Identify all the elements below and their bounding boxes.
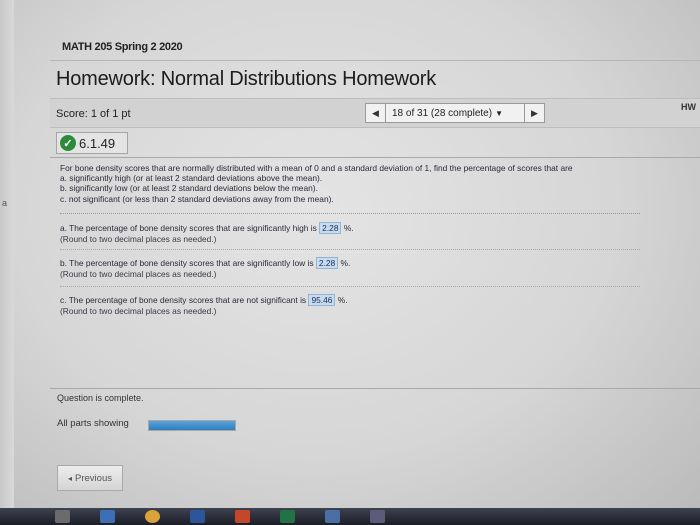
answer-divider — [60, 286, 640, 287]
store-icon[interactable] — [325, 510, 340, 523]
progress-bar-fill — [149, 421, 235, 430]
question-tag: ✓ 6.1.49 — [56, 132, 128, 154]
corner-label[interactable]: HW — [681, 102, 696, 112]
start-icon[interactable] — [55, 510, 70, 523]
answer-prefix: b. The percentage of bone density scores… — [60, 258, 314, 268]
next-question-button[interactable]: ▶ — [524, 104, 544, 122]
previous-label: Previous — [75, 472, 112, 484]
rounding-hint: (Round to two decimal places as needed.) — [60, 234, 217, 244]
header-divider — [50, 60, 700, 61]
parts-showing-label: All parts showing — [57, 418, 129, 429]
question-divider — [50, 157, 700, 158]
powerpoint-icon[interactable] — [235, 510, 250, 523]
question-complete-status: Question is complete. — [57, 393, 144, 403]
right-triangle-icon: ▶ — [531, 107, 538, 118]
answer-part-a: a. The percentage of bone density scores… — [60, 222, 354, 245]
question-number: 6.1.49 — [79, 135, 116, 151]
down-triangle-icon: ▼ — [495, 108, 503, 118]
previous-button[interactable]: ◂ Previous — [57, 465, 123, 491]
problem-intro: For bone density scores that are normall… — [60, 163, 573, 173]
answer-value-box[interactable]: 2.28 — [315, 257, 339, 269]
taskbar — [0, 508, 700, 525]
answer-prefix: c. The percentage of bone density scores… — [60, 295, 307, 305]
answer-suffix: %. — [337, 295, 348, 305]
question-navigator: ◀ 18 of 31 (28 complete) ▼ ▶ — [365, 103, 545, 123]
problem-divider — [60, 213, 640, 214]
answer-suffix: %. — [340, 258, 351, 268]
problem-part-c: c. not significant (or less than 2 stand… — [60, 193, 334, 204]
score-label: Score: 1 of 1 pt — [56, 108, 131, 120]
question-position-dropdown[interactable]: 18 of 31 (28 complete) ▼ — [386, 108, 503, 119]
previous-question-button[interactable]: ◀ — [366, 104, 386, 122]
question-position: 18 of 31 (28 complete) — [392, 107, 493, 119]
problem-part-b: b. significantly low (or at least 2 stan… — [60, 183, 318, 194]
problem-part-a: a. significantly high (or at least 2 sta… — [60, 173, 323, 184]
answer-part-b: b. The percentage of bone density scores… — [60, 257, 350, 280]
left-window-edge: a — [0, 0, 14, 525]
left-triangle-icon: ◀ — [372, 107, 379, 118]
rounding-hint: (Round to two decimal places as needed.) — [60, 306, 217, 316]
progress-bar — [148, 420, 236, 431]
left-edge-mark: a — [2, 198, 8, 208]
word-icon[interactable] — [190, 510, 205, 523]
answer-value-box[interactable]: 2.28 — [319, 222, 342, 234]
excel-icon[interactable] — [280, 510, 295, 523]
browser-icon[interactable] — [100, 510, 115, 523]
problem-statement: For bone density scores that are normall… — [60, 163, 573, 204]
check-circle-icon: ✓ — [60, 135, 76, 151]
page-title: Homework: Normal Distributions Homework — [56, 68, 437, 90]
answer-part-c: c. The percentage of bone density scores… — [60, 294, 348, 317]
left-arrow-icon: ◂ — [68, 473, 73, 483]
app-icon[interactable] — [370, 510, 385, 523]
course-name: MATH 205 Spring 2 2020 — [62, 41, 183, 53]
answer-prefix: a. The percentage of bone density scores… — [60, 223, 317, 233]
rounding-hint: (Round to two decimal places as needed.) — [60, 269, 217, 279]
score-bar: Score: 1 of 1 pt ◀ 18 of 31 (28 complete… — [50, 98, 700, 128]
footer-divider — [50, 388, 700, 389]
answer-value-box[interactable]: 95.46 — [308, 294, 336, 306]
answer-suffix: %. — [343, 223, 354, 233]
chrome-icon[interactable] — [145, 510, 160, 523]
answer-divider — [60, 249, 640, 250]
